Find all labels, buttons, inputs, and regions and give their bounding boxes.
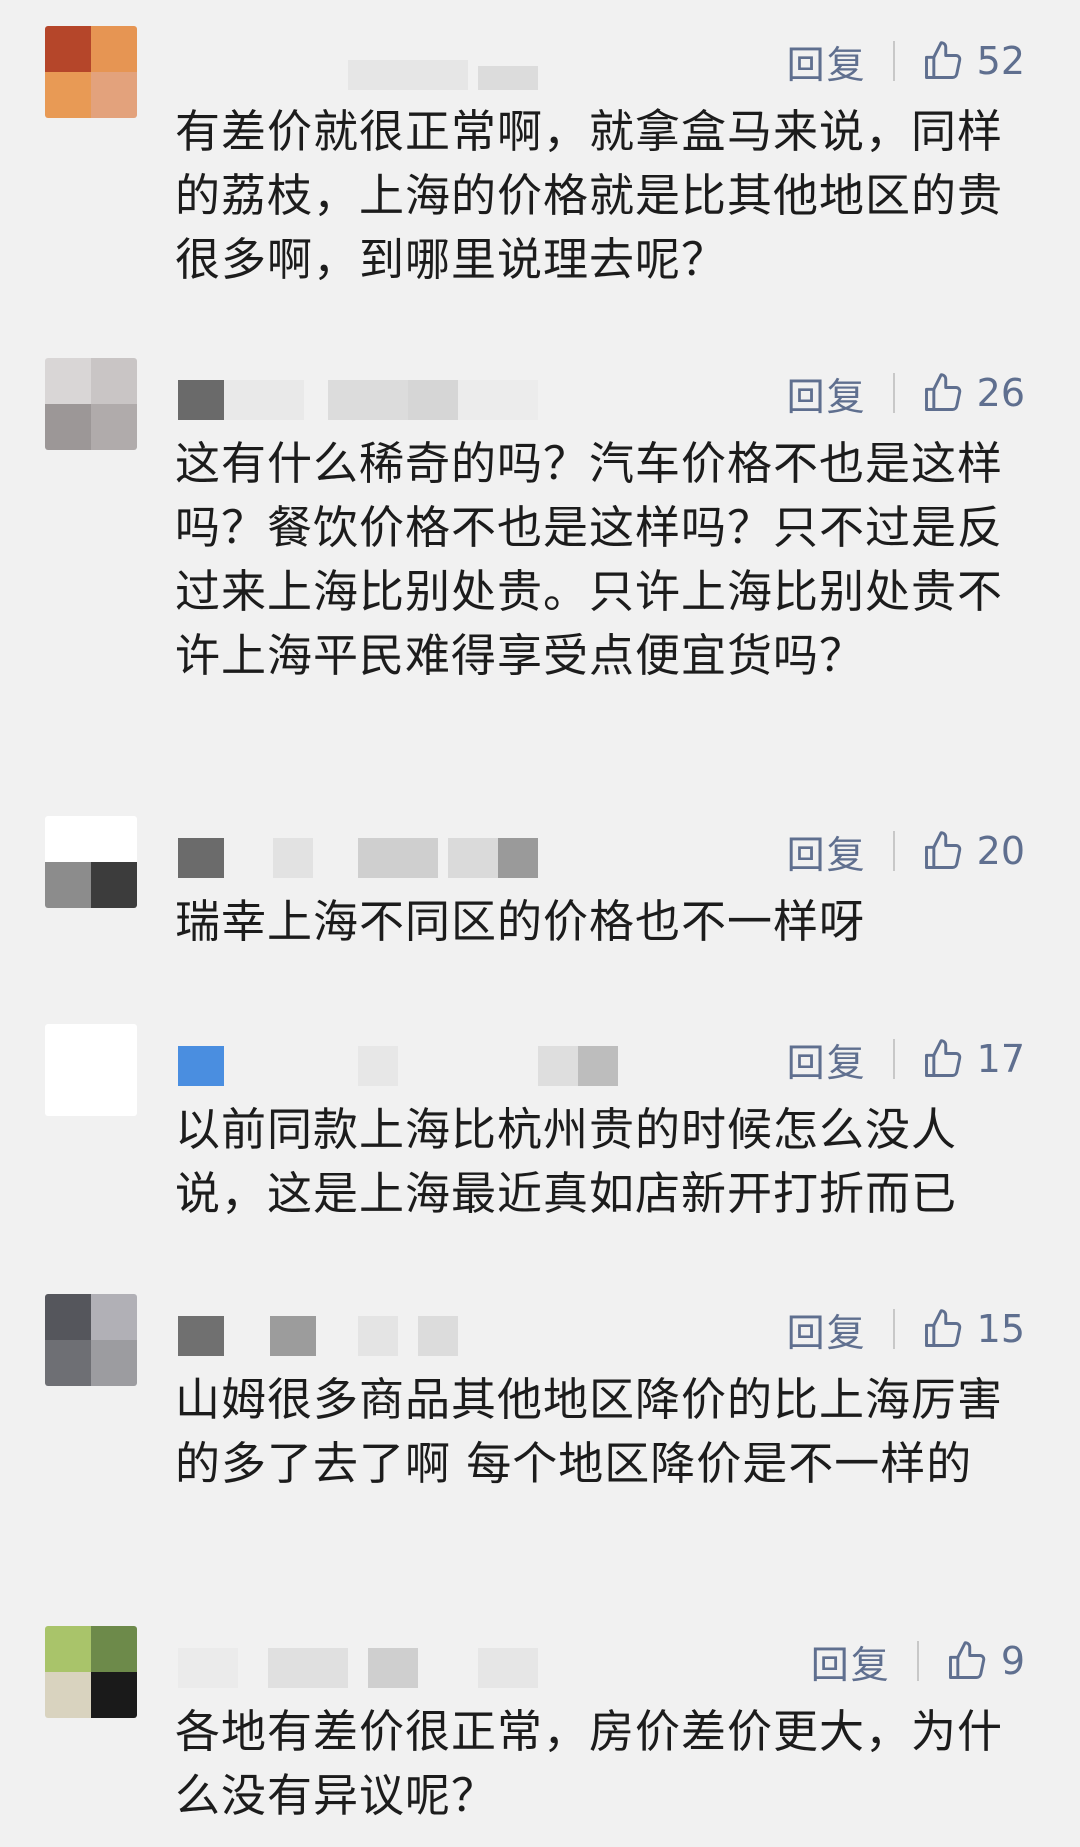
- reply-button[interactable]: 回复: [787, 34, 867, 89]
- avatar[interactable]: [45, 816, 137, 908]
- reply-button[interactable]: 回复: [787, 1302, 867, 1357]
- thumbs-up-icon[interactable]: [921, 1307, 965, 1351]
- thumbs-up-icon[interactable]: [921, 829, 965, 873]
- reply-button[interactable]: 回复: [811, 1634, 891, 1689]
- username-redacted[interactable]: [178, 380, 558, 424]
- avatar[interactable]: [45, 358, 137, 450]
- avatar[interactable]: [45, 1626, 137, 1718]
- like-count: 9: [1000, 1639, 1025, 1683]
- like-count: 26: [976, 371, 1025, 415]
- divider: [892, 373, 895, 413]
- comment-text: 有差价就很正常啊，就拿盒马来说，同样的荔枝，上海的价格就是比其他地区的贵很多啊，…: [175, 105, 1004, 286]
- thumbs-up-icon[interactable]: [921, 1037, 965, 1081]
- username-redacted[interactable]: [178, 48, 558, 92]
- like-count: 20: [976, 829, 1025, 873]
- comment-text: 山姆很多商品其他地区降价的比上海厉害的多了去了啊 每个地区降价是不一样的: [175, 1373, 1004, 1490]
- divider: [892, 1039, 895, 1079]
- comment-text: 这有什么稀奇的吗？汽车价格不也是这样吗？餐饮价格不也是这样吗？只不过是反过来上海…: [175, 437, 1004, 682]
- reply-button[interactable]: 回复: [787, 1032, 867, 1087]
- like-count: 52: [976, 39, 1025, 83]
- comment-actions: 回复 9: [811, 1634, 1025, 1689]
- divider: [892, 41, 895, 81]
- comment-actions: 回复 15: [787, 1302, 1025, 1357]
- comment-actions: 回复 20: [787, 824, 1025, 879]
- divider: [916, 1641, 919, 1681]
- like-count: 15: [976, 1307, 1025, 1351]
- comment-actions: 回复 52: [787, 34, 1025, 89]
- divider: [892, 831, 895, 871]
- thumbs-up-icon[interactable]: [945, 1639, 989, 1683]
- comment-text: 各地有差价很正常，房价差价更大，为什么没有异议呢？: [175, 1705, 1004, 1822]
- thumbs-up-icon[interactable]: [921, 39, 965, 83]
- comment-text: 瑞幸上海不同区的价格也不一样呀: [175, 895, 866, 948]
- username-redacted[interactable]: [178, 838, 558, 882]
- reply-button[interactable]: 回复: [787, 366, 867, 421]
- comment-text: 以前同款上海比杭州贵的时候怎么没人说，这是上海最近真如店新开打折而已: [175, 1103, 958, 1220]
- comment-actions: 回复 26: [787, 366, 1025, 421]
- username-redacted[interactable]: [178, 1316, 558, 1360]
- avatar[interactable]: [45, 1294, 137, 1386]
- thumbs-up-icon[interactable]: [921, 371, 965, 415]
- divider: [892, 1309, 895, 1349]
- comment-actions: 回复 17: [787, 1032, 1025, 1087]
- avatar[interactable]: [45, 26, 137, 118]
- username-redacted[interactable]: [178, 1046, 618, 1090]
- username-redacted[interactable]: [178, 1648, 558, 1692]
- like-count: 17: [976, 1037, 1025, 1081]
- avatar[interactable]: [45, 1024, 137, 1116]
- reply-button[interactable]: 回复: [787, 824, 867, 879]
